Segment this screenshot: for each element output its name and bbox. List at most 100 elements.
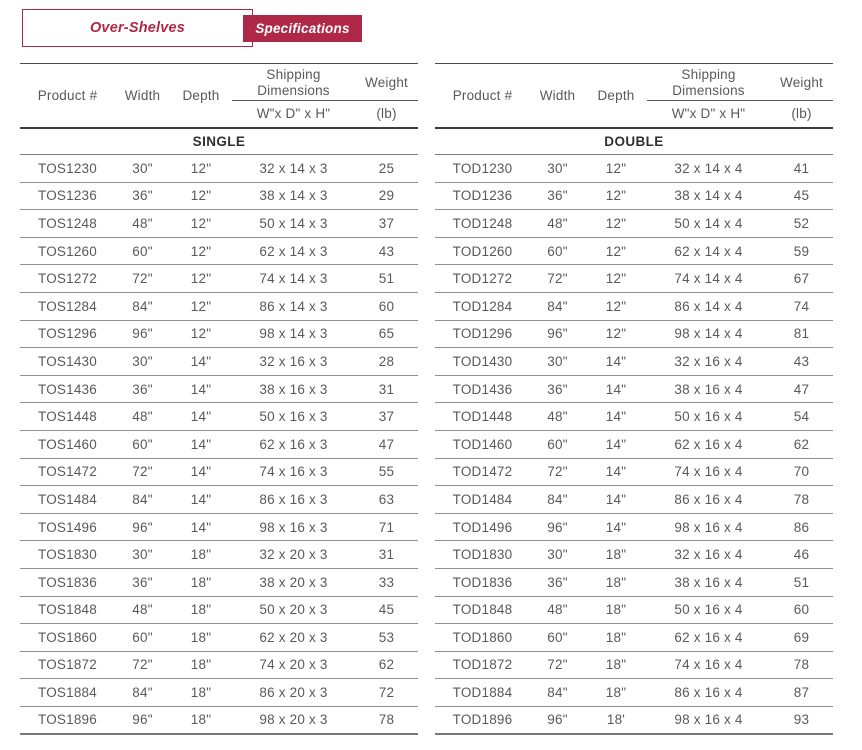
product-cell: TOD1496 (435, 513, 530, 541)
section-header-double: DOUBLE (435, 128, 833, 155)
table-row: TOS126060"12"62 x 14 x 343 (20, 237, 418, 265)
tab-specifications[interactable]: Specifications (243, 15, 362, 42)
product-cell: TOD1460 (435, 430, 530, 458)
weight-header: Weight (770, 64, 833, 101)
width-cell: 96" (115, 513, 170, 541)
product-cell: TOS1830 (20, 541, 115, 569)
table-row: TOS183636"18"38 x 20 x 333 (20, 568, 418, 596)
product-cell: TOD1872 (435, 651, 530, 679)
width-cell: 72" (115, 651, 170, 679)
product-cell: TOD1848 (435, 596, 530, 624)
table-row: TOS123636"12"38 x 14 x 329 (20, 182, 418, 210)
weight-cell: 54 (770, 403, 833, 431)
weight-cell: 63 (355, 486, 418, 514)
width-header: Width (530, 64, 585, 128)
width-cell: 60" (115, 624, 170, 652)
width-cell: 96" (530, 320, 585, 348)
table-row: TOD123636"12"38 x 14 x 445 (435, 182, 833, 210)
weight-cell: 29 (355, 182, 418, 210)
depth-cell: 18" (585, 596, 647, 624)
shipping-cell: 38 x 16 x 4 (647, 375, 770, 403)
width-cell: 36" (530, 568, 585, 596)
table-row: TOS128484"12"86 x 14 x 360 (20, 292, 418, 320)
width-cell: 72" (530, 651, 585, 679)
product-cell: TOD1884 (435, 679, 530, 707)
product-cell: TOS1860 (20, 624, 115, 652)
depth-cell: 18" (170, 624, 232, 652)
product-cell: TOD1236 (435, 182, 530, 210)
table-row: TOS143636"14"38 x 16 x 331 (20, 375, 418, 403)
width-cell: 48" (530, 403, 585, 431)
depth-cell: 14" (585, 375, 647, 403)
table-row: TOD184848"18"50 x 16 x 460 (435, 596, 833, 624)
table-row: TOD127272"12"74 x 14 x 467 (435, 265, 833, 293)
product-cell: TOD1436 (435, 375, 530, 403)
shipping-cell: 62 x 20 x 3 (232, 624, 355, 652)
weight-cell: 72 (355, 679, 418, 707)
width-cell: 84" (115, 679, 170, 707)
depth-cell: 14" (170, 486, 232, 514)
product-cell: TOS1460 (20, 430, 115, 458)
shipping-cell: 86 x 16 x 3 (232, 486, 355, 514)
product-cell: TOS1448 (20, 403, 115, 431)
width-cell: 36" (530, 182, 585, 210)
weight-cell: 51 (355, 265, 418, 293)
shipping-cell: 32 x 20 x 3 (232, 541, 355, 569)
shipping-cell: 32 x 14 x 4 (647, 155, 770, 183)
shipping-cell: 98 x 16 x 3 (232, 513, 355, 541)
depth-cell: 14" (170, 403, 232, 431)
product-cell: TOS1484 (20, 486, 115, 514)
depth-cell: 12" (170, 265, 232, 293)
shipping-cell: 50 x 16 x 4 (647, 403, 770, 431)
table-row: TOD147272"14"74 x 16 x 470 (435, 458, 833, 486)
depth-cell: 12" (585, 265, 647, 293)
weight-cell: 65 (355, 320, 418, 348)
table-row: TOS148484"14"86 x 16 x 363 (20, 486, 418, 514)
table-row: TOD189696"18'98 x 16 x 493 (435, 706, 833, 734)
tab-over-shelves[interactable]: Over-Shelves (22, 9, 253, 47)
weight-cell: 60 (355, 292, 418, 320)
shipping-cell: 62 x 16 x 4 (647, 624, 770, 652)
weight-header: Weight (355, 64, 418, 101)
product-cell: TOD1484 (435, 486, 530, 514)
shipping-cell: 74 x 14 x 3 (232, 265, 355, 293)
weight-cell: 81 (770, 320, 833, 348)
product-cell: TOD1230 (435, 155, 530, 183)
width-cell: 72" (115, 265, 170, 293)
product-cell: TOD1272 (435, 265, 530, 293)
table-row: TOS124848"12"50 x 14 x 337 (20, 210, 418, 238)
depth-cell: 12" (585, 292, 647, 320)
product-cell: TOS1848 (20, 596, 115, 624)
shipping-cell: 98 x 20 x 3 (232, 706, 355, 734)
spec-sheet-page: Over-Shelves Specifications Product # Wi… (0, 9, 862, 735)
weight-cell: 86 (770, 513, 833, 541)
width-cell: 30" (115, 155, 170, 183)
product-cell: TOS1430 (20, 348, 115, 376)
depth-cell: 18" (585, 679, 647, 707)
weight-cell: 71 (355, 513, 418, 541)
width-cell: 84" (530, 486, 585, 514)
weight-cell: 31 (355, 541, 418, 569)
width-cell: 48" (115, 210, 170, 238)
shipping-cell: 32 x 16 x 4 (647, 541, 770, 569)
table-row: TOS123030"12"32 x 14 x 325 (20, 155, 418, 183)
product-cell: TOS1260 (20, 237, 115, 265)
table-row: TOS149696"14"98 x 16 x 371 (20, 513, 418, 541)
width-cell: 36" (115, 182, 170, 210)
weight-cell: 46 (770, 541, 833, 569)
width-cell: 84" (115, 486, 170, 514)
single-products-table: Product # Width Depth ShippingDimensions… (20, 63, 418, 735)
table-row: TOS127272"12"74 x 14 x 351 (20, 265, 418, 293)
shipping-cell: 74 x 16 x 4 (647, 458, 770, 486)
double-products-table: Product # Width Depth ShippingDimensions… (435, 63, 833, 735)
depth-cell: 12" (170, 155, 232, 183)
product-cell: TOS1836 (20, 568, 115, 596)
shipping-cell: 86 x 20 x 3 (232, 679, 355, 707)
weight-cell: 45 (770, 182, 833, 210)
product-cell: TOS1272 (20, 265, 115, 293)
table-row: TOD129696"12"98 x 14 x 481 (435, 320, 833, 348)
product-cell: TOD1860 (435, 624, 530, 652)
weight-cell: 67 (770, 265, 833, 293)
weight-cell: 52 (770, 210, 833, 238)
depth-cell: 14" (585, 348, 647, 376)
